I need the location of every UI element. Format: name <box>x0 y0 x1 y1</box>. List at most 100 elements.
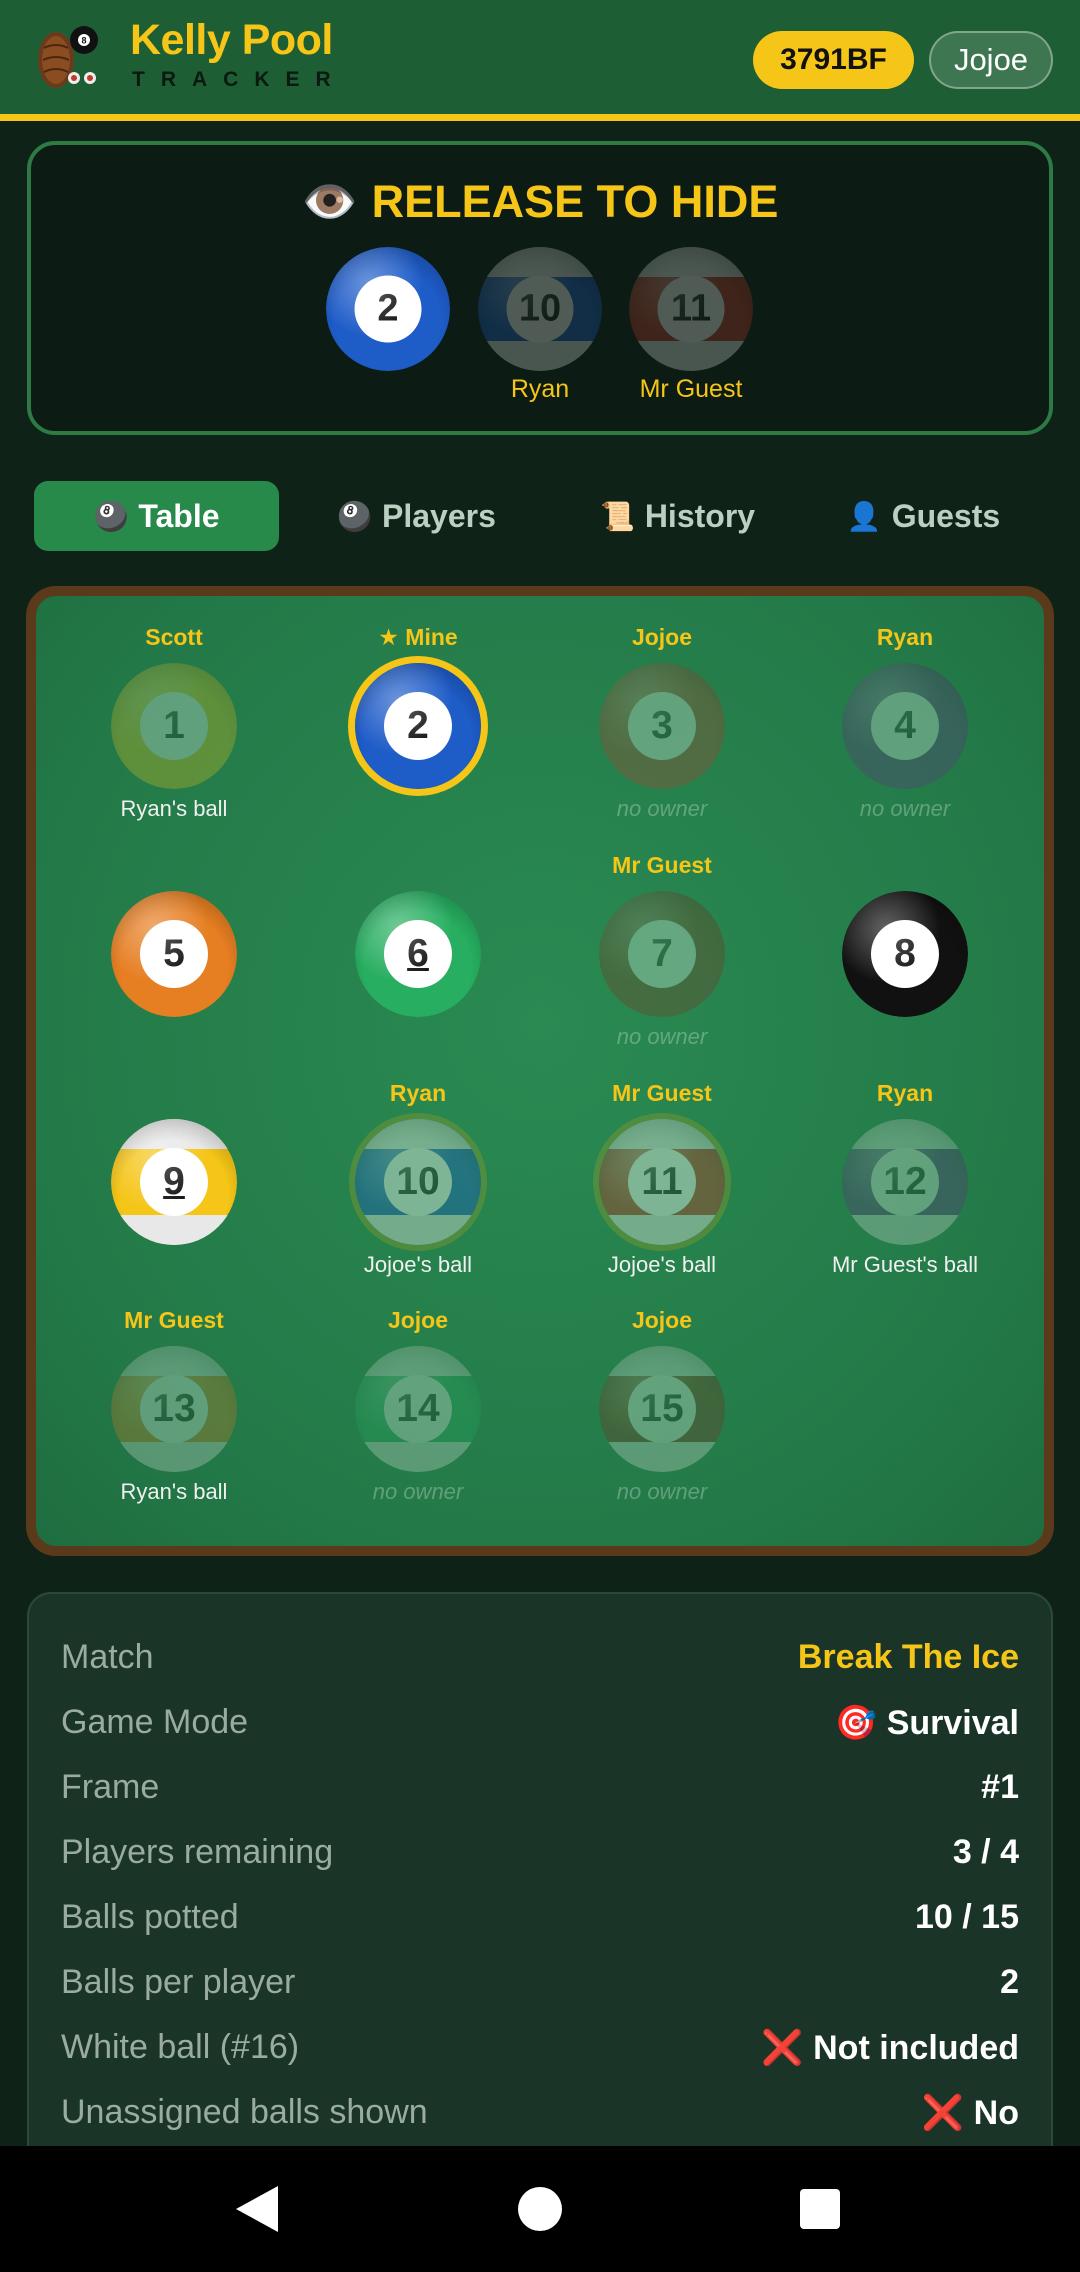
info-value: #1 <box>981 1768 1019 1806</box>
recents-icon[interactable] <box>800 2189 840 2229</box>
ball-shine <box>326 247 450 371</box>
person-icon: 👤 <box>846 500 882 532</box>
ball-assignment-label: Mr Guest's ball <box>831 1252 979 1277</box>
ball-assignment-label: no owner <box>372 1479 464 1504</box>
back-icon[interactable] <box>236 2186 278 2232</box>
reveal-title: 👁️ RELEASE TO HIDE <box>31 175 1049 228</box>
eye-icon: 👁️ <box>301 176 358 227</box>
eight-ball-icon: 🎱 <box>93 500 129 532</box>
ball-shine <box>355 663 481 789</box>
pool-ball-12[interactable]: 12 <box>842 1119 968 1245</box>
info-key: Balls per player <box>61 1963 296 2001</box>
ball-shine <box>478 247 602 371</box>
info-value: 2 <box>1000 1963 1019 2001</box>
ball-shine <box>111 891 237 1017</box>
info-row: White ball (#16) ❌ Not included <box>61 2028 1019 2078</box>
info-row: Frame #1 <box>61 1768 1019 1818</box>
pool-ball-11[interactable]: 11 <box>629 247 753 371</box>
tab-players[interactable]: 🎱 Players <box>294 481 539 551</box>
reveal-ball-owner: Mr Guest <box>639 375 743 403</box>
ball-owner-label: Scott <box>145 624 203 650</box>
info-row: Game Mode 🎯 Survival <box>61 1703 1019 1753</box>
pool-ball-9[interactable]: 9 <box>111 1119 237 1245</box>
pool-ball-2[interactable]: 2 <box>355 663 481 789</box>
ball-shine <box>111 1346 237 1472</box>
tab-label: Guests <box>891 497 1001 534</box>
info-value: ❌ Not included <box>761 2029 1019 2067</box>
tab-history[interactable]: 📜 History <box>555 481 800 551</box>
info-value: ❌ No <box>921 2094 1019 2132</box>
tab-label: Players <box>382 497 496 534</box>
app-title: Kelly Pool <box>130 16 333 64</box>
ball-owner-label: Jojoe <box>387 1307 449 1333</box>
ball-assignment-label: no owner <box>859 796 951 821</box>
info-row: Balls per player 2 <box>61 1963 1019 2013</box>
pool-ball-10[interactable]: 10 <box>478 247 602 371</box>
ball-shine <box>599 1119 725 1245</box>
ball-assignment-label: Jojoe's ball <box>363 1252 473 1277</box>
pool-ball-11[interactable]: 11 <box>599 1119 725 1245</box>
system-nav-bar <box>0 2146 1080 2272</box>
pool-ball-15[interactable]: 15 <box>599 1346 725 1472</box>
pool-ball-4[interactable]: 4 <box>842 663 968 789</box>
scroll-icon: 📜 <box>599 500 635 532</box>
ball-assignment-label: no owner <box>616 796 708 821</box>
ball-assignment-label: Ryan's ball <box>120 1479 228 1504</box>
kelly-pool-logo-icon: 8 <box>38 26 98 88</box>
ball-shine <box>842 1119 968 1245</box>
ball-owner-label: Ryan <box>876 624 934 650</box>
ball-shine <box>355 891 481 1017</box>
ball-owner-label: Mr Guest <box>124 1307 224 1333</box>
ball-shine <box>842 663 968 789</box>
pool-ball-13[interactable]: 13 <box>111 1346 237 1472</box>
ball-owner-label: Jojoe <box>631 1307 693 1333</box>
ball-shine <box>355 1119 481 1245</box>
tab-table[interactable]: 🎱 Table <box>34 481 279 551</box>
ball-shine <box>599 663 725 789</box>
pool-ball-2[interactable]: 2 <box>326 247 450 371</box>
pool-ball-8[interactable]: 8 <box>842 891 968 1017</box>
room-code-badge[interactable]: 3791BF <box>753 31 914 89</box>
info-key: Game Mode <box>61 1703 249 1741</box>
reveal-panel[interactable]: 👁️RELEASE TO HIDE 210Ryan11Mr Guest <box>27 141 1053 435</box>
pool-table: 1 Scott Ryan's ball 2 ★ Mine 3 Jojoe no owner 4 R… <box>26 586 1054 1556</box>
app-header: 8 Kelly Pool TRACKER 3791BF Jojoe <box>0 0 1080 121</box>
ball-shine <box>355 1346 481 1472</box>
ball-owner-label: Jojoe <box>631 624 693 650</box>
app-subtitle: TRACKER <box>132 68 347 91</box>
svg-text:8: 8 <box>81 36 86 46</box>
info-row: Balls potted 10 / 15 <box>61 1898 1019 1948</box>
info-key: Balls potted <box>61 1898 239 1936</box>
ball-owner-label: ★ Mine <box>378 624 458 650</box>
info-value: 10 / 15 <box>915 1898 1019 1936</box>
ball-assignment-label: Ryan's ball <box>120 796 228 821</box>
pool-ball-7[interactable]: 7 <box>599 891 725 1017</box>
ball-shine <box>599 891 725 1017</box>
pool-ball-6[interactable]: 6 <box>355 891 481 1017</box>
ball-shine <box>599 1346 725 1472</box>
pool-ball-10[interactable]: 10 <box>355 1119 481 1245</box>
info-key: Players remaining <box>61 1833 334 1871</box>
ball-assignment-label: no owner <box>616 1024 708 1049</box>
info-key: White ball (#16) <box>61 2028 300 2066</box>
user-button[interactable]: Jojoe <box>929 31 1053 89</box>
pool-ball-3[interactable]: 3 <box>599 663 725 789</box>
eight-ball-icon: 🎱 <box>337 500 372 532</box>
ball-assignment-label: no owner <box>616 1479 708 1504</box>
ball-shine <box>842 891 968 1017</box>
home-icon[interactable] <box>518 2187 562 2231</box>
pool-ball-5[interactable]: 5 <box>111 891 237 1017</box>
tab-label: Table <box>138 497 220 534</box>
info-key: Frame <box>61 1768 160 1806</box>
info-value: 🎯 Survival <box>834 1704 1019 1742</box>
ball-shine <box>111 1119 237 1245</box>
pool-ball-14[interactable]: 14 <box>355 1346 481 1472</box>
pool-ball-1[interactable]: 1 <box>111 663 237 789</box>
ball-assignment-label: Jojoe's ball <box>607 1252 717 1277</box>
info-value: Break The Ice <box>797 1638 1019 1676</box>
tab-guests[interactable]: 👤 Guests <box>801 481 1046 551</box>
ball-owner-label: Mr Guest <box>612 852 712 878</box>
ball-owner-label: Ryan <box>389 1080 447 1106</box>
reveal-title-text: RELEASE TO HIDE <box>371 176 779 227</box>
info-key: Unassigned balls shown <box>61 2093 428 2131</box>
